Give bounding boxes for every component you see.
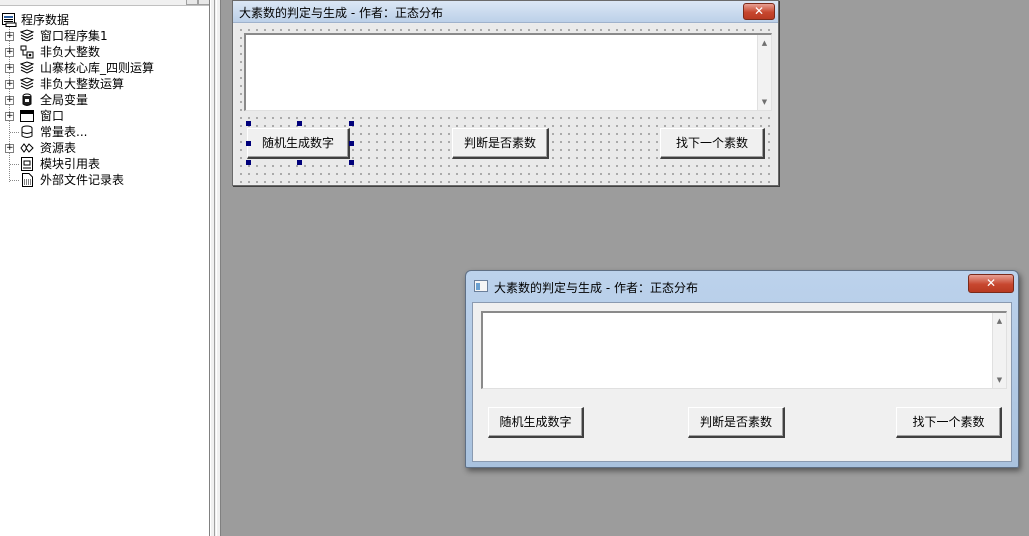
splitter-grip xyxy=(214,0,217,536)
tree-root[interactable]: 程序数据 xyxy=(0,12,209,28)
tree-connector xyxy=(10,180,19,181)
design-random-number-button[interactable]: 随机生成数字 xyxy=(247,128,350,159)
tree-item-module-refs[interactable]: 模块引用表 xyxy=(0,156,209,172)
tree-item-label: 全局变量 xyxy=(40,93,89,107)
tree-item-bignum-ops[interactable]: + 非负大整数运算 xyxy=(0,76,209,92)
scroll-down-icon[interactable]: ▼ xyxy=(758,96,771,108)
tree-connector xyxy=(10,164,19,165)
tree-item-label: 资源表 xyxy=(40,141,77,155)
program-data-icon xyxy=(2,13,17,27)
tree-item-resources[interactable]: + 资源表 xyxy=(0,140,209,156)
design-output-textbox[interactable]: ▲ ▼ xyxy=(244,33,772,111)
tree-minimize-icon[interactable] xyxy=(186,0,198,5)
selection-handle[interactable] xyxy=(349,121,354,126)
expand-toggle-icon[interactable]: + xyxy=(5,48,14,57)
data-type-icon xyxy=(20,45,34,59)
external-file-icon xyxy=(22,173,33,187)
tree-item-label: 模块引用表 xyxy=(40,157,101,171)
selection-handle[interactable] xyxy=(297,160,302,165)
scroll-up-icon[interactable]: ▲ xyxy=(993,315,1006,327)
design-form-titlebar[interactable]: 大素数的判定与生成 - 作者：正态分布 ✕ xyxy=(233,1,778,23)
module-stack-icon xyxy=(20,61,34,74)
design-check-prime-button[interactable]: 判断是否素数 xyxy=(452,128,549,159)
window-icon xyxy=(20,110,34,122)
tree-item-label: 外部文件记录表 xyxy=(40,173,125,187)
design-close-button[interactable]: ✕ xyxy=(743,3,775,20)
module-stack-icon xyxy=(20,29,34,42)
selection-handle[interactable] xyxy=(349,160,354,165)
expand-toggle-icon[interactable]: + xyxy=(5,144,14,153)
tree-item-label: 非负大整数运算 xyxy=(40,77,125,91)
tree-item-label: 非负大整数 xyxy=(40,45,101,59)
vertical-scrollbar[interactable]: ▲ ▼ xyxy=(757,35,771,110)
expand-toggle-icon[interactable]: + xyxy=(5,80,14,89)
selection-handle[interactable] xyxy=(246,121,251,126)
program-data-tree[interactable]: 程序数据 + 窗口程序集1 + 非负大整数 + 山寨核心库_四则运算 + 非负大… xyxy=(0,0,210,536)
module-reference-icon xyxy=(21,157,33,171)
selection-handle[interactable] xyxy=(349,141,354,146)
module-stack-icon xyxy=(20,77,34,90)
runtime-form-titlebar[interactable]: 大素数的判定与生成 - 作者：正态分布 ✕ xyxy=(466,271,1018,301)
tree-toolbar xyxy=(0,0,209,6)
tree-item-external-files[interactable]: 外部文件记录表 xyxy=(0,172,209,188)
selection-handle[interactable] xyxy=(246,141,251,146)
scroll-up-icon[interactable]: ▲ xyxy=(758,37,771,49)
runtime-form-window[interactable]: 大素数的判定与生成 - 作者：正态分布 ✕ ▲ ▼ 随机生成数字 判断是否素数 … xyxy=(465,270,1019,468)
tree-item-label: 山寨核心库_四则运算 xyxy=(40,61,155,75)
design-next-prime-button[interactable]: 找下一个素数 xyxy=(660,128,765,159)
expand-toggle-icon[interactable]: + xyxy=(5,96,14,105)
design-form-window[interactable]: 大素数的判定与生成 - 作者：正态分布 ✕ ▲ ▼ 随机生成数字 判断是否素数 … xyxy=(232,0,779,186)
tree-item-label: 窗口程序集1 xyxy=(40,29,108,43)
tree-close-icon[interactable] xyxy=(198,0,209,5)
tree-item-windows[interactable]: + 窗口 xyxy=(0,108,209,124)
runtime-client-area: ▲ ▼ 随机生成数字 判断是否素数 找下一个素数 xyxy=(472,302,1012,462)
tree-item-core-lib[interactable]: + 山寨核心库_四则运算 xyxy=(0,60,209,76)
design-grid-canvas[interactable]: ▲ ▼ 随机生成数字 判断是否素数 找下一个素数 xyxy=(235,24,776,184)
constant-table-icon xyxy=(21,125,33,138)
vertical-scrollbar[interactable]: ▲ ▼ xyxy=(992,313,1006,388)
scroll-down-icon[interactable]: ▼ xyxy=(993,374,1006,386)
panel-splitter[interactable] xyxy=(210,0,221,536)
app-window-icon xyxy=(474,280,488,292)
runtime-form-title: 大素数的判定与生成 - 作者：正态分布 xyxy=(494,281,698,295)
resource-table-icon xyxy=(20,143,34,153)
tree-item-global-vars[interactable]: + 全局变量 xyxy=(0,92,209,108)
tree-root-label: 程序数据 xyxy=(21,13,70,27)
selection-handle[interactable] xyxy=(297,121,302,126)
expand-toggle-icon[interactable]: + xyxy=(5,112,14,121)
expand-toggle-icon[interactable]: + xyxy=(5,32,14,41)
tree-item-label: 常量表... xyxy=(40,125,88,139)
runtime-output-textbox[interactable]: ▲ ▼ xyxy=(481,311,1007,389)
selection-handle[interactable] xyxy=(246,160,251,165)
tree-item-bignum-type[interactable]: + 非负大整数 xyxy=(0,44,209,60)
tree-item-constants[interactable]: 常量表... xyxy=(0,124,209,140)
runtime-random-number-button[interactable]: 随机生成数字 xyxy=(488,407,584,438)
tree-item-label: 窗口 xyxy=(40,109,65,123)
runtime-close-button[interactable]: ✕ xyxy=(968,274,1014,293)
tree-item-window-assembly[interactable]: + 窗口程序集1 xyxy=(0,28,209,44)
design-form-title: 大素数的判定与生成 - 作者：正态分布 xyxy=(239,6,443,20)
runtime-check-prime-button[interactable]: 判断是否素数 xyxy=(688,407,785,438)
tree-connector xyxy=(10,132,19,133)
expand-toggle-icon[interactable]: + xyxy=(5,64,14,73)
runtime-next-prime-button[interactable]: 找下一个素数 xyxy=(896,407,1002,438)
global-variable-icon xyxy=(22,93,32,106)
